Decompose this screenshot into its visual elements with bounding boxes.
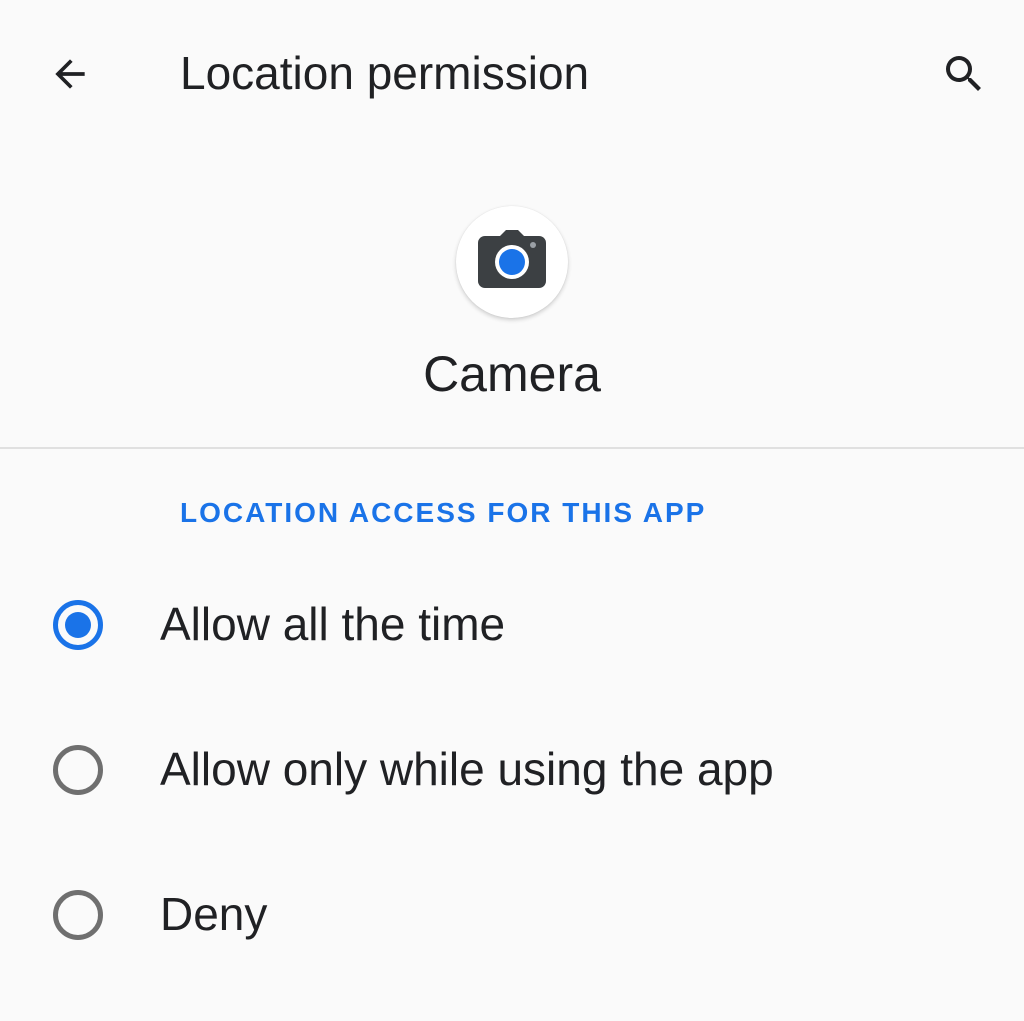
option-deny[interactable]: Deny: [0, 856, 1024, 976]
camera-icon: [478, 230, 546, 288]
arrow-back-icon: [55, 59, 85, 89]
option-label: Deny: [160, 888, 268, 940]
option-label: Allow all the time: [160, 598, 506, 650]
app-icon: [456, 206, 568, 318]
search-icon: [946, 56, 981, 91]
radio-allow-while-using[interactable]: [53, 745, 103, 795]
section-header: LOCATION ACCESS FOR THIS APP: [180, 497, 707, 528]
location-permission-screen: Location permission Camera LOCATION ACCE…: [0, 0, 1024, 1021]
radio-deny[interactable]: [53, 890, 103, 940]
search-button[interactable]: [926, 36, 1002, 112]
option-label: Allow only while using the app: [160, 743, 774, 795]
radio-allow-all-the-time[interactable]: [53, 600, 103, 650]
option-allow-while-using[interactable]: Allow only while using the app: [0, 711, 1024, 831]
page-title: Location permission: [180, 47, 590, 99]
divider: [0, 447, 1024, 449]
app-name: Camera: [423, 346, 601, 402]
option-allow-all-the-time[interactable]: Allow all the time: [0, 566, 1024, 686]
app-bar: Location permission: [0, 0, 1024, 150]
back-button[interactable]: [32, 36, 108, 112]
